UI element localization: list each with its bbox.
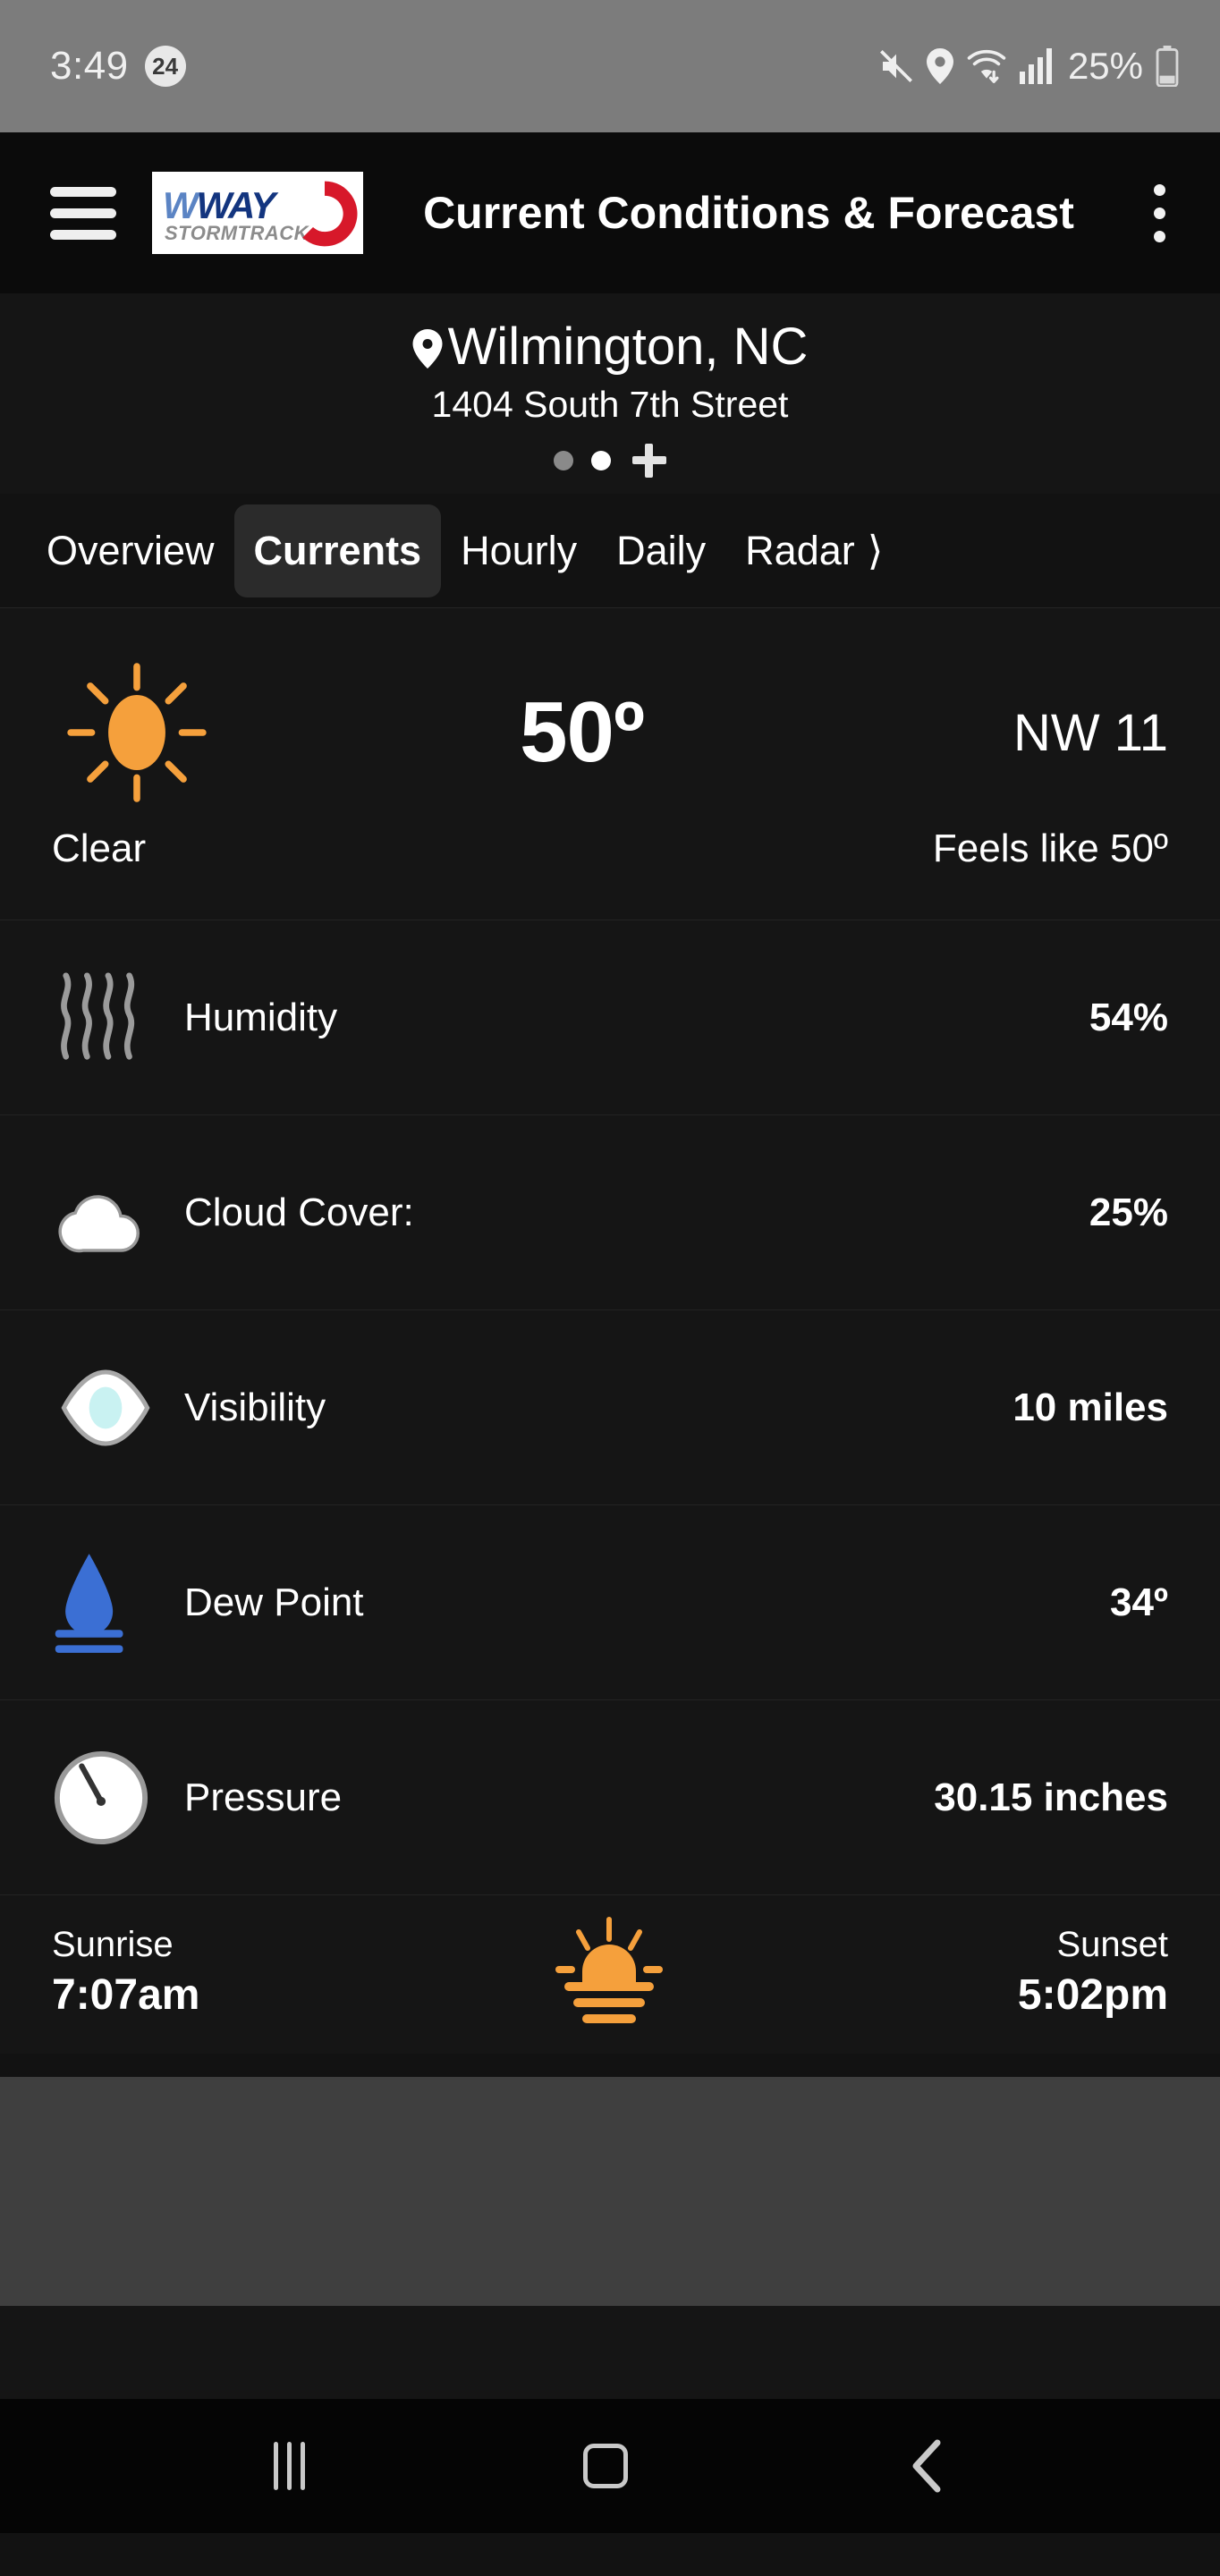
kebab-dot (1153, 230, 1165, 242)
mute-icon (878, 48, 914, 84)
gauge-icon (52, 1749, 184, 1847)
system-nav-bar (0, 2399, 1220, 2533)
recents-icon[interactable] (273, 2442, 305, 2490)
location-pin-icon (412, 328, 443, 369)
current-primary-row: 50º NW 11 (0, 639, 1220, 826)
sunrise-block: Sunrise 7:07am (52, 1925, 199, 2020)
sunset-block: Sunset 5:02pm (1018, 1925, 1168, 2020)
sunset-label: Sunset (1056, 1924, 1168, 1964)
detail-row-humidity[interactable]: Humidity 54% (0, 919, 1220, 1114)
content-spacer (0, 2054, 1220, 2077)
clock: 3:49 (50, 44, 129, 88)
location-pager (0, 444, 1220, 478)
notification-count-badge: 24 (144, 46, 186, 87)
phone-screen: 3:49 24 25% WWAY STORMTRACK 3 Current Co… (0, 0, 1220, 2576)
humidity-waves-icon (52, 964, 184, 1072)
location-icon (926, 48, 953, 84)
tab-radar[interactable]: Radar (725, 504, 875, 597)
status-bar-left: 3:49 24 (50, 44, 186, 89)
status-bar: 3:49 24 25% (0, 0, 1220, 132)
station-logo[interactable]: WWAY STORMTRACK 3 (152, 172, 363, 254)
feels-like-label: Feels like 50º (932, 826, 1168, 870)
sun-icon (52, 657, 222, 808)
chevron-right-icon[interactable]: ⟩ (868, 527, 884, 574)
add-location-button[interactable] (632, 444, 666, 478)
kebab-dot (1153, 183, 1165, 196)
signal-icon (1019, 48, 1052, 84)
location-address: 1404 South 7th Street (431, 384, 789, 425)
eye-icon (52, 1362, 184, 1453)
location-section: Wilmington, NC 1404 South 7th Street (0, 293, 1220, 494)
water-drop-icon (52, 1550, 184, 1656)
detail-value: 10 miles (1012, 1385, 1168, 1429)
kebab-menu-icon[interactable] (1134, 183, 1184, 242)
sunset-time: 5:02pm (1017, 1970, 1168, 2019)
tab-bar: Overview Currents Hourly Daily Radar ⟩ (0, 494, 1220, 608)
tab-daily[interactable]: Daily (597, 504, 725, 597)
hamburger-line (50, 208, 116, 218)
detail-value: 25% (1089, 1190, 1168, 1234)
current-conditions-block: 50º NW 11 Clear Feels like 50º (0, 608, 1220, 919)
location-city-label: Wilmington, NC (447, 318, 809, 376)
tab-hourly[interactable]: Hourly (441, 504, 597, 597)
recents-bar (273, 2442, 278, 2490)
detail-value: 34º (1109, 1580, 1168, 1624)
logo-channel-3: 3 (302, 181, 358, 247)
detail-row-dew-point[interactable]: Dew Point 34º (0, 1504, 1220, 1699)
sunrise-sunset-row: Sunrise 7:07am Sunset 5:02pm (0, 1894, 1220, 2054)
sunrise-time: 7:07am (52, 1970, 200, 2019)
wifi-icon (966, 48, 1007, 84)
sunrise-icon (548, 1916, 670, 2028)
location-city-row[interactable]: Wilmington, NC (0, 317, 1220, 377)
tab-currents[interactable]: Currents (233, 504, 442, 597)
hamburger-line (50, 186, 116, 197)
current-temperature: 50º (520, 684, 645, 780)
app-bar: WWAY STORMTRACK 3 Current Conditions & F… (0, 132, 1220, 293)
detail-value: 30.15 inches (934, 1775, 1168, 1819)
battery-icon (1156, 46, 1179, 87)
home-icon[interactable] (583, 2444, 629, 2488)
back-icon[interactable] (907, 2439, 946, 2493)
hamburger-icon[interactable] (50, 186, 116, 240)
page-dot-2[interactable] (591, 451, 611, 470)
detail-row-cloud-cover[interactable]: Cloud Cover: 25% (0, 1114, 1220, 1309)
sunrise-label: Sunrise (52, 1924, 174, 1964)
current-wind: NW 11 (1013, 703, 1168, 762)
detail-label: Cloud Cover: (184, 1190, 414, 1234)
status-bar-right: 25% (878, 45, 1179, 88)
detail-row-pressure[interactable]: Pressure 30.15 inches (0, 1699, 1220, 1894)
detail-row-visibility[interactable]: Visibility 10 miles (0, 1309, 1220, 1504)
page-title: Current Conditions & Forecast (423, 188, 1074, 238)
recents-bar (286, 2442, 292, 2490)
recents-bar (300, 2442, 305, 2490)
bottom-spacer (0, 2306, 1220, 2399)
battery-percent-label: 25% (1067, 45, 1143, 87)
tab-overview[interactable]: Overview (27, 504, 234, 597)
logo-subtitle: STORMTRACK (165, 222, 309, 244)
svg-text:3: 3 (313, 191, 339, 242)
current-condition-label: Clear (52, 826, 147, 870)
logo-w: W (163, 184, 199, 226)
detail-label: Visibility (184, 1385, 326, 1429)
ad-placeholder (0, 2077, 1220, 2306)
hamburger-line (50, 229, 116, 240)
detail-value: 54% (1089, 995, 1168, 1039)
cloud-icon (52, 1172, 184, 1254)
detail-label: Dew Point (184, 1580, 364, 1624)
detail-label: Pressure (184, 1775, 343, 1819)
detail-label: Humidity (184, 995, 338, 1039)
logo-way: WAY (196, 184, 276, 226)
page-dot-1[interactable] (554, 451, 573, 470)
logo-wordmark: WWAY (163, 184, 276, 226)
kebab-dot (1153, 207, 1165, 219)
current-secondary-row: Clear Feels like 50º (0, 826, 1220, 919)
